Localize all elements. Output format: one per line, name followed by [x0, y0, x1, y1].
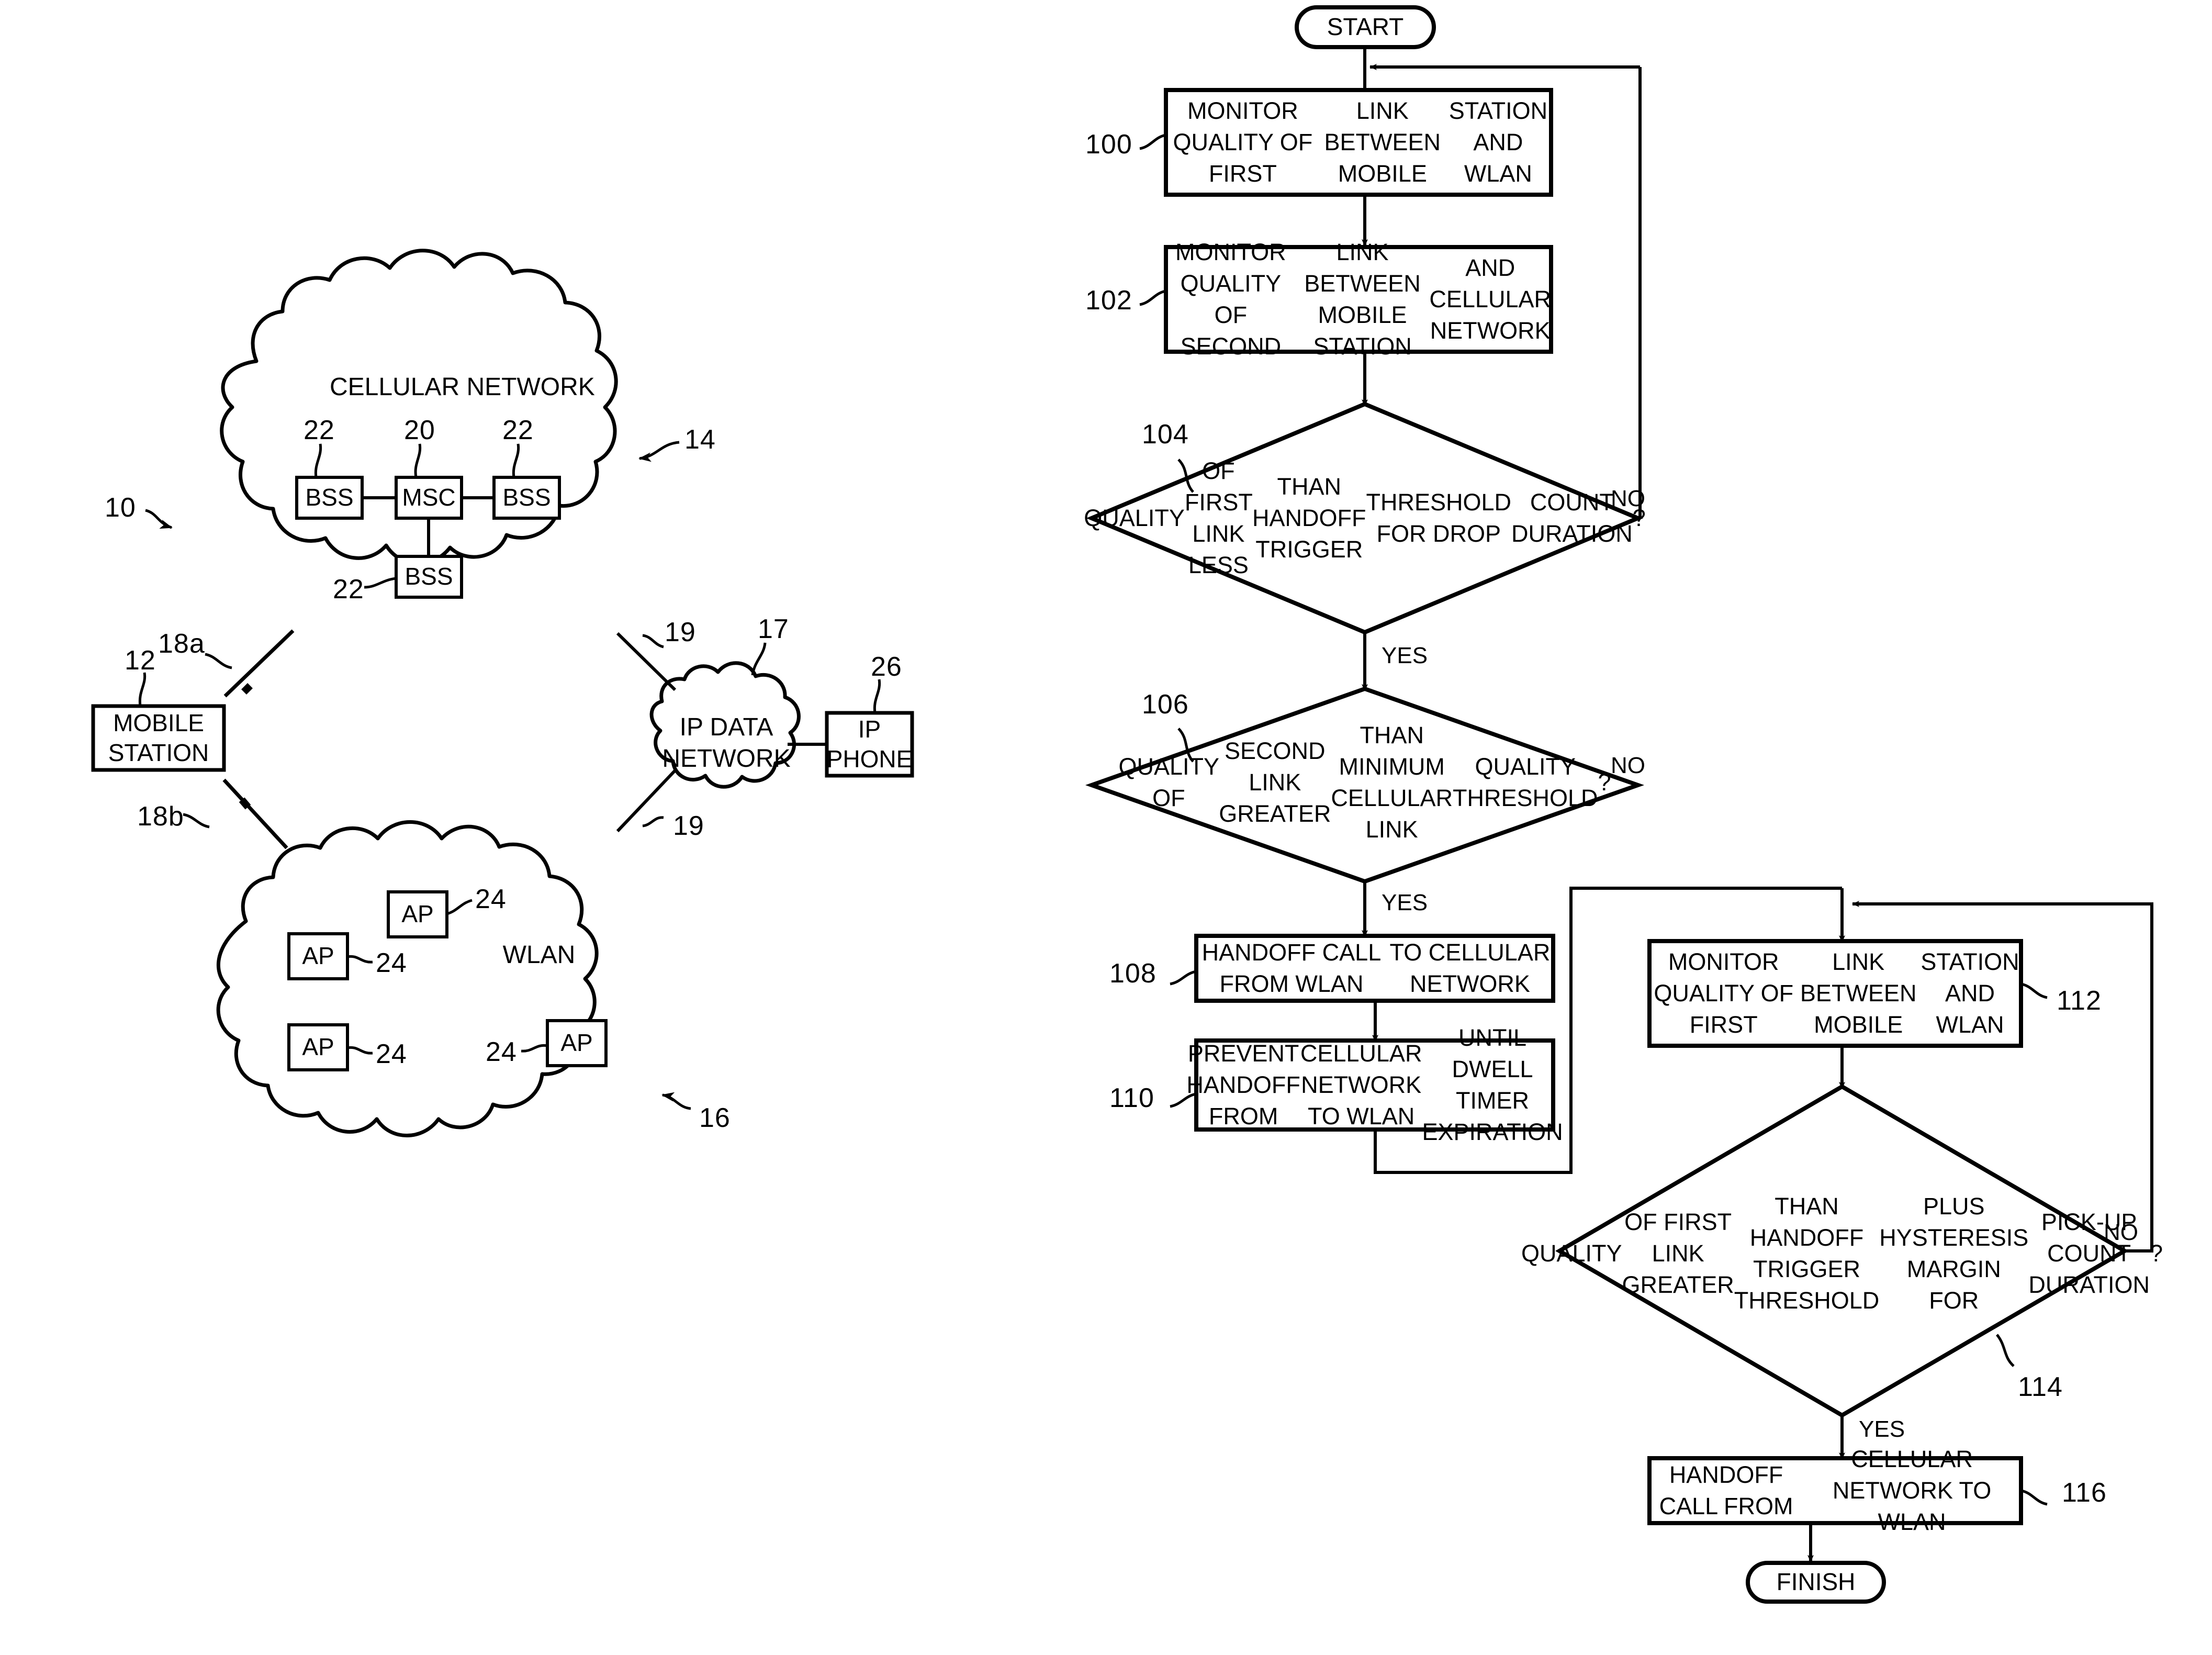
flow-box-110-label: PREVENT HANDOFF FROM CELLULAR NETWORK TO … — [1186, 1024, 1563, 1145]
flow-box-100-label: MONITOR QUALITY OF FIRST LINK BETWEEN MOB… — [1173, 97, 1548, 187]
label-ip-data-network: IP DATA NETWORK — [658, 701, 794, 785]
wlan-cloud — [216, 820, 599, 1137]
ref-ip-phone-26: 26 — [871, 652, 902, 682]
patent-figure-page: 10 CELLULAR NETWORK 14 22 20 22 22 BSS M… — [0, 0, 2212, 1655]
label-bss-left: BSS — [305, 484, 354, 511]
label-ap-upper-left: AP — [302, 942, 334, 970]
ref-step-102: 102 — [1085, 285, 1132, 316]
label-mobile-station: MOBILE STATION — [93, 706, 224, 770]
ref-system-10: 10 — [105, 493, 136, 523]
ref-link-18b: 18b — [137, 801, 184, 832]
ref-bss-left-22: 22 — [304, 415, 335, 445]
flow-decision-106-label: QUALITY OF SECOND LINK GREATER THAN MINIMU… — [1118, 722, 1611, 843]
ref-ip-link-19-upper: 19 — [665, 617, 696, 647]
ref-ap-top-24: 24 — [475, 884, 507, 914]
label-bss-right: BSS — [502, 484, 551, 511]
edge-label-106-no: NO — [1611, 753, 1645, 778]
label-ap-top: AP — [401, 900, 434, 928]
flow-decision-104-label: QUALITY OF FIRST LINK LESS THAN HANDOFF TR… — [1084, 457, 1646, 578]
ref-step-112: 112 — [2057, 986, 2102, 1016]
cellular-network-label: CELLULAR NETWORK — [330, 373, 595, 401]
ip-data-network-line1: IP DATA — [679, 713, 773, 741]
flow-box-116-label: HANDOFF CALL FROM CELLULAR NETWORK TO WLA… — [1659, 1446, 1992, 1535]
ref-link-18a: 18a — [158, 629, 205, 659]
ref-wlan-16: 16 — [699, 1103, 731, 1133]
flow-decision-114-label: QUALITY OF FIRST LINK GREATER THAN HANDOFF… — [1521, 1193, 2163, 1314]
ip-data-network-line2: NETWORK — [662, 745, 791, 773]
ref-step-110: 110 — [1109, 1083, 1154, 1113]
ref-bss-right-22: 22 — [502, 415, 534, 445]
label-ap-lower-left: AP — [302, 1033, 334, 1061]
ref-step-100: 100 — [1085, 129, 1132, 160]
flow-box-108-label: HANDOFF CALL FROM WLAN TO CELLULAR NETWOR… — [1202, 939, 1551, 997]
ref-ip-link-19-lower: 19 — [673, 811, 704, 841]
ref-mobile-station-12: 12 — [125, 645, 156, 676]
label-bss-bottom: BSS — [405, 563, 453, 590]
ref-msc-20: 20 — [404, 415, 435, 445]
edge-label-114-no: NO — [2104, 1220, 2138, 1245]
edge-label-106-yes: YES — [1382, 890, 1428, 915]
edge-label-104-yes: YES — [1382, 643, 1428, 668]
ref-step-114: 114 — [2018, 1372, 2063, 1402]
ref-step-104: 104 — [1142, 419, 1189, 450]
flow-box-102-label: MONITOR QUALITY OF SECOND LINK BETWEEN MO… — [1175, 239, 1551, 360]
edge-label-114-yes: YES — [1859, 1416, 1905, 1442]
ref-cellular-14: 14 — [684, 424, 716, 455]
mobile-station-line2: STATION — [108, 739, 209, 766]
flow-start-label: START — [1327, 13, 1404, 41]
figure-vector-layer — [91, 5, 2153, 1604]
ref-ap-lower-left-24: 24 — [376, 1039, 407, 1069]
ip-phone-line1: IP — [858, 715, 881, 743]
ref-bss-bottom-22: 22 — [333, 574, 364, 605]
label-ip-phone: IP PHONE — [826, 713, 913, 776]
edge-label-104-no: NO — [1611, 486, 1645, 511]
ref-step-106: 106 — [1142, 689, 1189, 720]
label-ap-lower-right: AP — [560, 1029, 593, 1057]
flow-box-112-label: MONITOR QUALITY OF FIRST LINK BETWEEN MOB… — [1654, 948, 2019, 1038]
ref-ap-upper-left-24: 24 — [376, 948, 407, 978]
flow-finish-label: FINISH — [1776, 1568, 1856, 1596]
ip-phone-line2: PHONE — [826, 745, 913, 773]
wlan-label: WLAN — [502, 941, 576, 969]
ref-step-108: 108 — [1109, 958, 1156, 989]
label-msc: MSC — [402, 484, 456, 511]
mobile-station-line1: MOBILE — [113, 709, 204, 736]
ref-ap-lower-right-24: 24 — [486, 1037, 517, 1067]
ref-step-116: 116 — [2062, 1478, 2107, 1508]
ref-ip-data-network-17: 17 — [758, 614, 789, 644]
